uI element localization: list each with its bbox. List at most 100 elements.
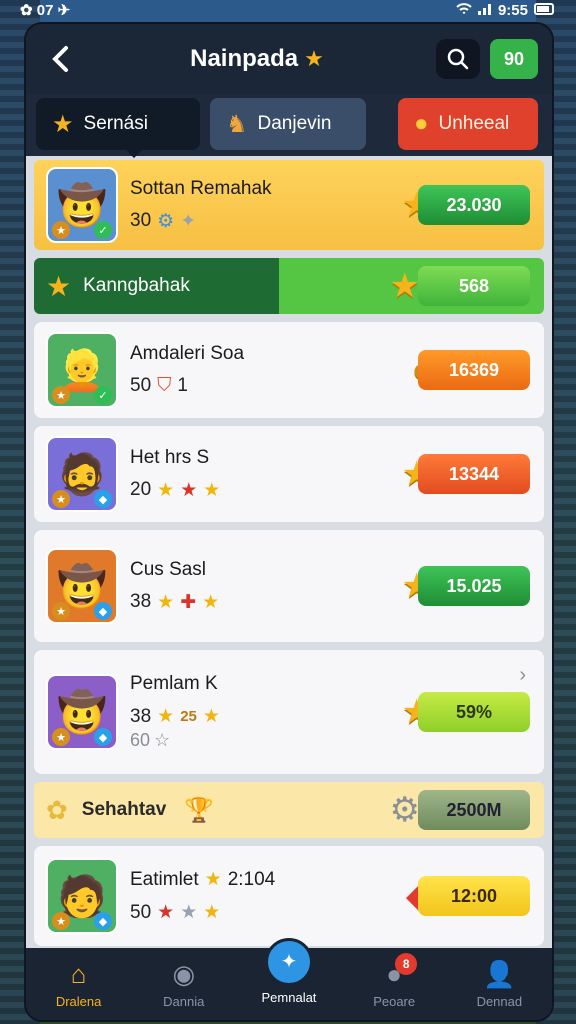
gear-icon: ⚙ xyxy=(157,210,175,232)
player-level: 38 xyxy=(130,591,152,612)
badge-icon: ◆ xyxy=(94,728,112,746)
group-label: Kanngbahak xyxy=(83,275,190,296)
nav-label: Dennad xyxy=(476,994,523,1009)
star-icon: ★ xyxy=(157,591,175,613)
status-bar: ✿ 07 ✈ 9:55 xyxy=(0,0,576,20)
nav-item-social[interactable]: ● 8 Peoare xyxy=(349,953,439,1009)
badge-icon: ◆ xyxy=(94,912,112,930)
status-left-text: ✿ 07 ✈ xyxy=(20,2,71,19)
search-button[interactable] xyxy=(435,39,480,79)
player-extra: 1 xyxy=(177,375,188,396)
star-icon: ★ xyxy=(157,706,175,727)
rank-icon: ★ xyxy=(52,912,70,930)
score-badge: 2500M xyxy=(418,790,530,830)
player-sub-value: 60 xyxy=(130,730,151,750)
star-icon: ★ xyxy=(157,902,175,923)
back-button[interactable] xyxy=(42,41,78,77)
leaderboard-panel: Nainpada ★ 90 ★ Sernási ♞ Danjevin ● Unh… xyxy=(24,22,554,1022)
group-header-bar[interactable]: ✿ Sehahtav 🏆 ⚙ 2500M xyxy=(34,782,544,838)
star-icon: ★ xyxy=(157,479,175,501)
avatar: 🧑 ★ ◆ xyxy=(46,858,118,934)
nav-label: Peoare xyxy=(373,994,416,1009)
player-level: 20 xyxy=(130,479,152,500)
shield-icon: ⛉ xyxy=(157,375,172,396)
list-item[interactable]: 👱 ★ ✓ Amdaleri Soa 50 ⛉ 1 ● 16369 xyxy=(34,322,544,418)
gear-icon: ⚙ xyxy=(389,791,420,829)
puzzle-icon: ✿ xyxy=(46,794,68,825)
search-icon xyxy=(447,48,469,70)
home-icon: ⌂ xyxy=(70,959,87,989)
star-icon: ★ xyxy=(202,706,220,727)
player-level: 50 xyxy=(130,375,152,396)
signal-icon xyxy=(477,2,492,19)
star-icon: ★ xyxy=(46,270,72,302)
rank-icon: ★ xyxy=(52,490,70,508)
tab-label: Danjevin xyxy=(257,113,332,134)
avatar: 🤠 ★ ◆ xyxy=(46,674,118,750)
player-name-extra: 2:104 xyxy=(227,868,276,890)
check-icon: ✓ xyxy=(94,221,112,239)
coin-icon: ● xyxy=(414,110,429,137)
leaderboard-list: 🤠 ★ ✓ Sottan Remahak 30 ⚙ ✦ ★ 23.030 ★ K… xyxy=(26,156,552,956)
nav-label: Dralena xyxy=(55,994,102,1009)
avatar: 🤠 ★ ◆ xyxy=(46,548,118,624)
player-name: Eatimlet xyxy=(130,868,199,890)
star-icon: ✚ xyxy=(180,591,197,613)
tab-danjevin[interactable]: ♞ Danjevin xyxy=(210,98,366,150)
battery-icon xyxy=(534,2,556,19)
coin-counter[interactable]: 90 xyxy=(489,39,538,79)
star-icon: ★ xyxy=(202,591,220,613)
tab-bar: ★ Sernási ♞ Danjevin ● Unheeal xyxy=(26,94,552,158)
rank-icon: ★ xyxy=(52,602,70,620)
trophy-icon: 🏆 xyxy=(184,796,215,824)
title-group: Nainpada ★ xyxy=(190,45,324,73)
score-badge: 16369 xyxy=(418,350,530,390)
nav-label: Dannia xyxy=(163,994,205,1009)
list-item[interactable]: 🧔 ★ ◆ Het hrs S 20 ★ ★ ★ ★ 13344 xyxy=(34,426,544,522)
badge-icon: ◆ xyxy=(94,602,112,620)
star-icon: ★ xyxy=(52,110,74,138)
chevron-right-icon[interactable]: › xyxy=(519,664,526,687)
rank-icon: ★ xyxy=(52,386,70,404)
check-icon: ✓ xyxy=(94,386,112,404)
player-level: 38 xyxy=(130,705,152,727)
avatar: 👱 ★ ✓ xyxy=(46,332,118,408)
score-badge: 13344 xyxy=(418,454,530,494)
list-item[interactable]: 🧑 ★ ◆ Eatimlet ★ 2:104 50 ★ ★ ★ ◆ 12:00 xyxy=(34,846,544,946)
score-badge: 568 xyxy=(418,266,530,306)
group-header-bar[interactable]: ★ Kanngbahak ★ 568 xyxy=(34,258,544,314)
status-time: 9:55 xyxy=(497,1,528,19)
score-badge: 23.030 xyxy=(418,185,530,225)
player-level: 50 xyxy=(130,901,152,923)
star-icon: ★ xyxy=(304,46,324,71)
rank-icon: ★ xyxy=(52,728,70,746)
star-icon: ★ xyxy=(203,479,221,501)
nav-item-home[interactable]: ⌂ Dralena xyxy=(34,959,124,1009)
player-mid-value: 25 xyxy=(180,708,197,725)
star-icon: ★ xyxy=(204,869,222,890)
nav-label: Pemnalat xyxy=(261,989,317,1005)
list-item[interactable]: 🤠 ★ ✓ Sottan Remahak 30 ⚙ ✦ ★ 23.030 xyxy=(34,160,544,250)
tab-sernasi[interactable]: ★ Sernási xyxy=(36,98,200,158)
list-item[interactable]: › 🤠 ★ ◆ Pemlam K 38 ★ 25 ★ 60 ☆ ★ 59% xyxy=(34,650,544,774)
badge-icon: ◆ xyxy=(94,490,112,508)
wifi-icon xyxy=(456,2,472,19)
nav-item-team[interactable]: ◉ Dannia xyxy=(139,959,229,1009)
page-title: Nainpada xyxy=(190,45,299,72)
avatar: 🤠 ★ ✓ xyxy=(46,167,118,243)
group-label: Sehahtav xyxy=(81,799,167,820)
star-outline-icon: ☆ xyxy=(154,730,171,750)
tab-unheeal[interactable]: ● Unheeal xyxy=(398,98,538,150)
list-item[interactable]: 🤠 ★ ◆ Cus Sasl 38 ★ ✚ ★ ★ 15.025 xyxy=(34,530,544,642)
score-badge: 12:00 xyxy=(418,876,530,916)
profile-icon: 👤 xyxy=(483,959,516,989)
horse-icon: ♞ xyxy=(226,110,248,138)
tab-label: Unheeal xyxy=(438,113,510,134)
bottom-nav: ⌂ Dralena ◉ Dannia ✦ Pemnalat ● 8 Peoare… xyxy=(26,937,552,1020)
chevron-left-icon xyxy=(52,46,68,72)
star-icon: ★ xyxy=(389,267,420,305)
nav-item-play[interactable]: ✦ Pemnalat xyxy=(244,937,334,1005)
nav-item-profile[interactable]: 👤 Dennad xyxy=(454,959,544,1009)
play-icon: ✦ xyxy=(264,937,313,986)
star-icon: ★ xyxy=(203,902,221,923)
